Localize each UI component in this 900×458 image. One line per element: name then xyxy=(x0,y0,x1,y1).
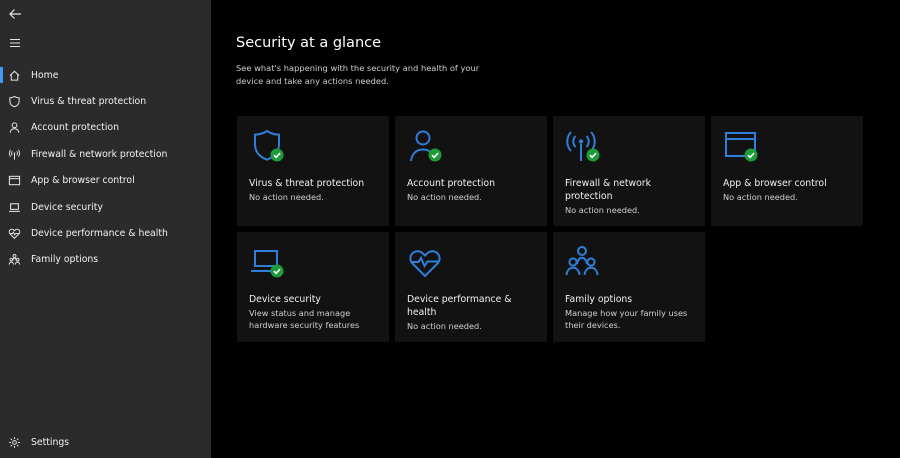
sidebar-nav: Home Virus & threat protection Account p… xyxy=(0,62,211,273)
heart-pulse-icon xyxy=(407,244,443,280)
browser-window-icon xyxy=(7,174,21,188)
tile-status: No action needed. xyxy=(407,321,482,331)
tile-title: App & browser control xyxy=(723,178,827,189)
back-arrow-icon[interactable] xyxy=(8,7,22,21)
tile-title: Firewall & network protection xyxy=(565,178,651,202)
shield-icon xyxy=(7,95,21,109)
sidebar-item-device-performance-health[interactable]: Device performance & health xyxy=(0,220,211,246)
tile-firewall-network-protection[interactable]: Firewall & network protection No action … xyxy=(553,116,705,226)
main-content: Security at a glance See what's happenin… xyxy=(211,0,900,458)
laptop-icon xyxy=(7,200,21,214)
tile-status: No action needed. xyxy=(249,192,324,202)
tile-status: No action needed. xyxy=(407,192,482,202)
sidebar-item-label: Family options xyxy=(31,254,99,266)
sidebar-item-family-options[interactable]: Family options xyxy=(0,247,211,273)
tile-status: View status and manage hardware security… xyxy=(249,308,360,331)
person-icon xyxy=(7,121,21,135)
tile-family-options[interactable]: Family options Manage how your family us… xyxy=(553,232,705,342)
tile-app-browser-control[interactable]: App & browser control No action needed. xyxy=(711,116,863,226)
sidebar: Home Virus & threat protection Account p… xyxy=(0,0,211,458)
hamburger-menu-icon[interactable] xyxy=(8,36,22,50)
tile-account-protection[interactable]: Account protection No action needed. xyxy=(395,116,547,226)
tile-title: Family options xyxy=(565,294,633,305)
heart-pulse-icon xyxy=(7,227,21,241)
tile-virus-threat-protection[interactable]: Virus & threat protection No action need… xyxy=(237,116,389,226)
wireless-antenna-icon xyxy=(7,147,21,161)
sidebar-item-firewall-network-protection[interactable]: Firewall & network protection xyxy=(0,141,211,167)
home-icon xyxy=(7,68,21,82)
sidebar-item-label: Device security xyxy=(31,201,103,213)
tile-device-security[interactable]: Device security View status and manage h… xyxy=(237,232,389,342)
sidebar-item-label: App & browser control xyxy=(31,175,135,187)
tile-status: No action needed. xyxy=(723,192,798,202)
tile-title: Device security xyxy=(249,294,321,305)
wireless-antenna-icon xyxy=(565,128,601,164)
gear-icon xyxy=(7,435,21,449)
tile-title: Account protection xyxy=(407,178,495,189)
settings-label: Settings xyxy=(31,436,70,448)
shield-icon xyxy=(249,128,285,164)
sidebar-item-settings[interactable]: Settings xyxy=(0,429,211,455)
sidebar-item-label: Virus & threat protection xyxy=(31,96,147,108)
sidebar-item-home[interactable]: Home xyxy=(0,62,211,88)
sidebar-item-virus-threat-protection[interactable]: Virus & threat protection xyxy=(0,88,211,114)
windows-security-app: Home Virus & threat protection Account p… xyxy=(0,0,900,458)
page-subtitle: See what's happening with the security a… xyxy=(236,63,480,86)
tile-device-performance-health[interactable]: Device performance & health No action ne… xyxy=(395,232,547,342)
sidebar-item-label: Account protection xyxy=(31,122,119,134)
sidebar-item-app-browser-control[interactable]: App & browser control xyxy=(0,168,211,194)
sidebar-item-label: Home xyxy=(31,69,59,81)
sidebar-item-label: Firewall & network protection xyxy=(31,148,168,160)
tile-status: No action needed. xyxy=(565,205,640,215)
browser-window-icon xyxy=(723,128,759,164)
sidebar-item-device-security[interactable]: Device security xyxy=(0,194,211,220)
page-title: Security at a glance xyxy=(236,35,382,51)
family-icon xyxy=(7,253,21,267)
sidebar-item-account-protection[interactable]: Account protection xyxy=(0,115,211,141)
tile-title: Device performance & health xyxy=(407,294,512,318)
tile-status: Manage how your family uses their device… xyxy=(565,308,688,331)
laptop-icon xyxy=(249,244,285,280)
tile-title: Virus & threat protection xyxy=(249,178,365,189)
family-icon xyxy=(565,244,601,280)
sidebar-item-label: Device performance & health xyxy=(31,228,168,240)
person-icon xyxy=(407,128,443,164)
